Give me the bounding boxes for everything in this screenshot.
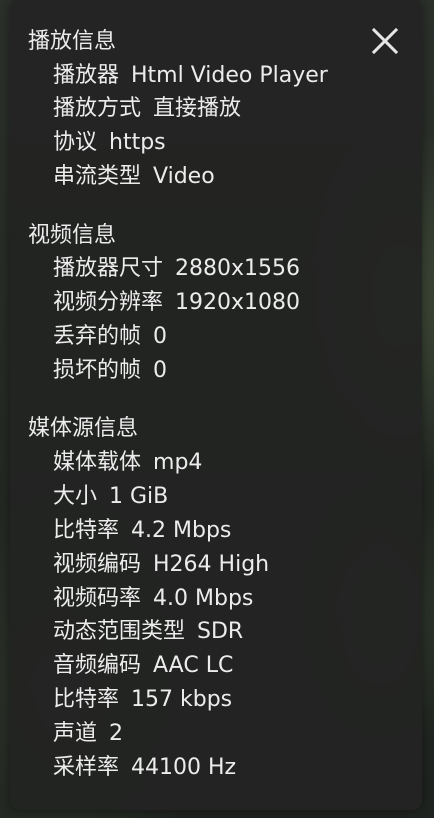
info-row-size: 大小 1 GiB xyxy=(53,483,168,511)
info-value: 直接播放 xyxy=(153,96,242,121)
info-value: SDR xyxy=(197,619,244,644)
info-value: https xyxy=(109,130,166,155)
info-value: AAC LC xyxy=(153,653,234,678)
info-value: 1920x1080 xyxy=(175,290,301,315)
info-row-audio-bitrate: 比特率 157 kbps xyxy=(53,686,232,714)
info-row-dynamic-range: 动态范围类型 SDR xyxy=(53,618,243,646)
info-row-sample-rate: 采样率 44100 Hz xyxy=(53,754,236,782)
info-label: 协议 xyxy=(53,130,98,155)
close-button[interactable] xyxy=(368,24,402,58)
info-label: 损坏的帧 xyxy=(53,358,142,383)
info-label: 媒体载体 xyxy=(53,450,142,475)
info-label: 音频编码 xyxy=(53,653,142,678)
info-row-stream-type: 串流类型 Video xyxy=(53,163,215,191)
info-value: 2 xyxy=(109,721,124,746)
info-row-play-method: 播放方式 直接播放 xyxy=(53,95,241,123)
info-value: H264 High xyxy=(153,552,270,577)
info-value: mp4 xyxy=(153,450,203,475)
info-label: 声道 xyxy=(53,721,98,746)
info-value: 0 xyxy=(153,324,168,349)
info-label: 视频码率 xyxy=(53,586,142,611)
info-row-channels: 声道 2 xyxy=(53,720,123,748)
info-label: 采样率 xyxy=(53,755,120,780)
info-label: 播放方式 xyxy=(53,96,142,121)
info-row-video-bitrate: 视频码率 4.0 Mbps xyxy=(53,585,253,613)
info-label: 大小 xyxy=(53,484,98,509)
info-label: 播放器尺寸 xyxy=(53,256,164,281)
info-value: Video xyxy=(153,164,215,189)
info-row-corrupted-frames: 损坏的帧 0 xyxy=(53,357,167,385)
info-label: 丢弃的帧 xyxy=(53,324,142,349)
info-row-video-resolution: 视频分辨率 1920x1080 xyxy=(53,289,300,317)
info-label: 视频分辨率 xyxy=(53,290,164,315)
info-row-protocol: 协议 https xyxy=(53,129,166,157)
close-icon xyxy=(371,27,399,55)
info-label: 比特率 xyxy=(53,518,120,543)
info-value: 4.2 Mbps xyxy=(131,518,232,543)
info-label: 动态范围类型 xyxy=(53,619,186,644)
section-title-media-source: 媒体源信息 xyxy=(28,416,139,441)
info-value: 0 xyxy=(153,358,168,383)
info-row-video-codec: 视频编码 H264 High xyxy=(53,551,269,579)
info-value: 4.0 Mbps xyxy=(153,586,254,611)
section-title-playback: 播放信息 xyxy=(28,29,117,54)
info-label: 比特率 xyxy=(53,687,120,712)
section-title-video: 视频信息 xyxy=(28,223,117,248)
info-row-player: 播放器 Html Video Player xyxy=(53,62,328,90)
info-row-dropped-frames: 丢弃的帧 0 xyxy=(53,323,167,351)
info-label: 串流类型 xyxy=(53,164,142,189)
info-row-player-size: 播放器尺寸 2880x1556 xyxy=(53,255,300,283)
info-value: 44100 Hz xyxy=(131,755,237,780)
info-label: 播放器 xyxy=(53,63,120,88)
info-value: 2880x1556 xyxy=(175,256,301,281)
info-row-container: 媒体载体 mp4 xyxy=(53,449,202,477)
info-value: 1 GiB xyxy=(109,484,169,509)
playback-info-panel: 播放信息 播放器 Html Video Player 播放方式 直接播放 协议 htt… xyxy=(10,0,422,810)
info-row-audio-codec: 音频编码 AAC LC xyxy=(53,652,233,680)
info-value: Html Video Player xyxy=(131,63,328,88)
info-row-bitrate: 比特率 4.2 Mbps xyxy=(53,517,231,545)
info-value: 157 kbps xyxy=(131,687,233,712)
info-label: 视频编码 xyxy=(53,552,142,577)
